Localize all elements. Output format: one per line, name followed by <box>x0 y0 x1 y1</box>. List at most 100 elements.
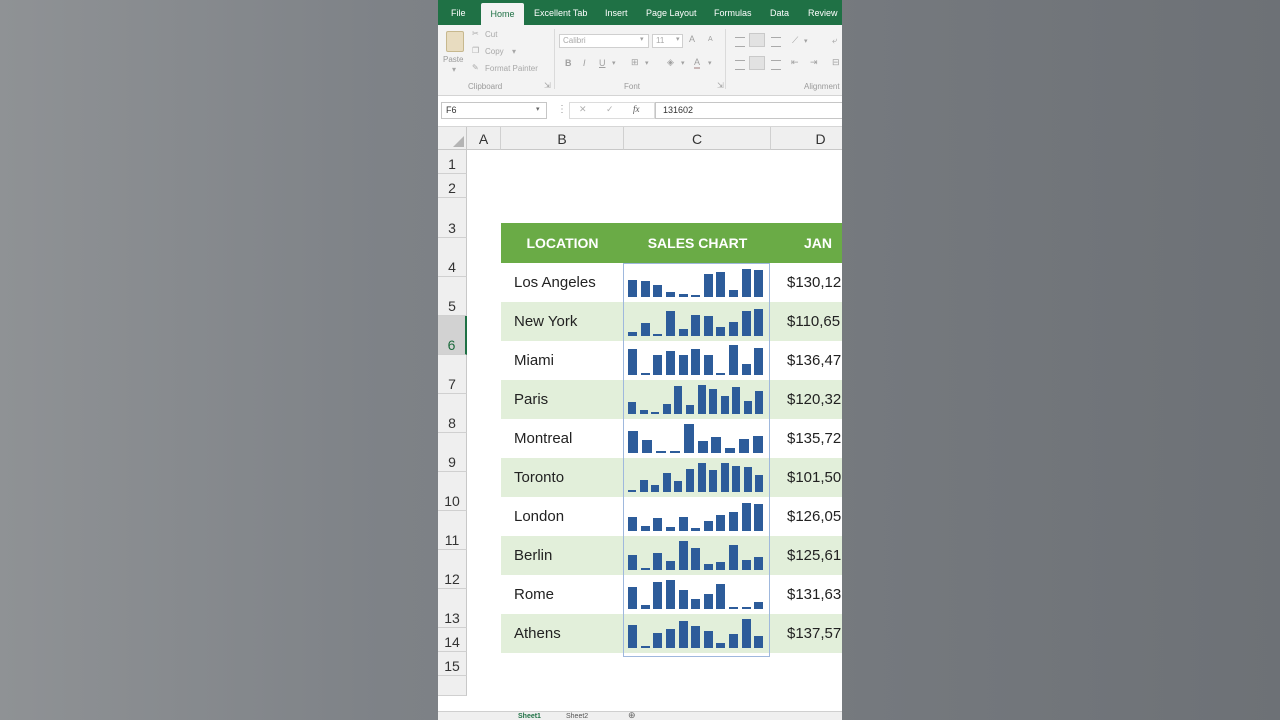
sparkline-cell[interactable] <box>624 380 771 419</box>
font-name-box[interactable]: Calibri <box>559 34 649 48</box>
align-top-icon[interactable] <box>735 37 745 47</box>
align-right-icon[interactable] <box>771 60 781 70</box>
sheet-tab-1[interactable]: Sheet1 <box>518 712 541 720</box>
increase-indent-icon[interactable]: ⇥ <box>810 57 818 68</box>
orientation-icon[interactable]: ⟋ <box>792 35 798 46</box>
align-bottom-icon[interactable] <box>771 37 781 47</box>
paste-button[interactable]: Paste ▾ <box>442 29 468 74</box>
row-header[interactable]: 13 <box>438 589 467 628</box>
sheet-tab-2[interactable]: Sheet2 <box>566 712 588 720</box>
location-cell[interactable]: Los Angeles <box>514 263 622 302</box>
fill-color-dropdown-icon[interactable]: ▾ <box>681 59 685 67</box>
tab-page-layout[interactable]: Page Layout <box>646 0 697 25</box>
row-header[interactable]: 9 <box>438 433 467 472</box>
align-middle-button[interactable] <box>749 33 765 47</box>
sparkline-cell[interactable] <box>624 341 771 380</box>
jan-sales-cell[interactable]: $120,32 <box>787 380 842 419</box>
tab-formulas[interactable]: Formulas <box>714 0 752 25</box>
row-header[interactable]: 2 <box>438 174 467 198</box>
jan-sales-cell[interactable]: $110,65 <box>787 302 842 341</box>
wrap-text-icon[interactable]: ⤶ <box>832 35 837 46</box>
row-header[interactable]: 10 <box>438 472 467 511</box>
bold-button[interactable]: B <box>565 58 572 68</box>
jan-sales-cell[interactable]: $136,47 <box>787 341 842 380</box>
sales-chart-header[interactable]: SALES CHART <box>624 223 771 263</box>
tab-insert[interactable]: Insert <box>605 0 628 25</box>
column-header-d[interactable]: D <box>771 127 842 150</box>
row-header[interactable]: 4 <box>438 238 467 277</box>
location-cell[interactable]: London <box>514 497 622 536</box>
row-header[interactable]: 8 <box>438 394 467 433</box>
clipboard-launcher-icon[interactable]: ⇲ <box>544 81 551 90</box>
row-header[interactable]: 6 <box>438 316 467 355</box>
sparkline-cell[interactable] <box>624 497 771 536</box>
row-header[interactable]: 12 <box>438 550 467 589</box>
row-header[interactable]: 5 <box>438 277 467 316</box>
align-left-icon[interactable] <box>735 60 745 70</box>
sparkline-cell[interactable] <box>624 536 771 575</box>
add-sheet-icon[interactable]: ⊕ <box>628 710 636 720</box>
row-header[interactable]: 3 <box>438 198 467 238</box>
location-cell[interactable]: New York <box>514 302 622 341</box>
location-cell[interactable]: Rome <box>514 575 622 614</box>
sparkline-cell[interactable] <box>624 263 771 302</box>
row-header[interactable]: 1 <box>438 150 467 174</box>
borders-icon[interactable]: ⊞ <box>631 57 639 68</box>
merge-center-icon[interactable]: ⊟ <box>832 57 840 68</box>
row-header[interactable]: 7 <box>438 355 467 394</box>
borders-dropdown-icon[interactable]: ▾ <box>645 59 649 67</box>
row-header[interactable]: 11 <box>438 511 467 550</box>
orientation-dropdown-icon[interactable]: ▾ <box>804 37 808 45</box>
location-header[interactable]: LOCATION <box>501 223 624 263</box>
jan-sales-cell[interactable]: $126,05 <box>787 497 842 536</box>
enter-icon[interactable]: ✓ <box>606 104 614 115</box>
sparkline-cell[interactable] <box>624 458 771 497</box>
align-center-button[interactable] <box>749 56 765 70</box>
location-cell[interactable]: Berlin <box>514 536 622 575</box>
select-all-corner[interactable] <box>438 127 467 150</box>
name-box[interactable]: F6 <box>441 102 547 119</box>
tab-home[interactable]: Home <box>481 3 524 25</box>
italic-button[interactable]: I <box>583 58 586 68</box>
sparkline-cell[interactable] <box>624 575 771 614</box>
tab-excellent[interactable]: Excellent Tab <box>534 0 587 25</box>
font-color-dropdown-icon[interactable]: ▾ <box>708 59 712 67</box>
font-color-icon[interactable]: A <box>694 57 701 69</box>
jan-sales-cell[interactable]: $135,72 <box>787 419 842 458</box>
jan-sales-cell[interactable]: $130,12 <box>787 263 842 302</box>
sparkline-cell[interactable] <box>624 302 771 341</box>
jan-header[interactable]: JAN <box>771 223 842 263</box>
column-header-a[interactable]: A <box>467 127 501 150</box>
sparkline-cell[interactable] <box>624 614 771 653</box>
underline-button[interactable]: U <box>599 58 606 68</box>
decrease-indent-icon[interactable]: ⇤ <box>791 57 799 68</box>
location-cell[interactable]: Toronto <box>514 458 622 497</box>
location-cell[interactable]: Miami <box>514 341 622 380</box>
location-cell[interactable]: Athens <box>514 614 622 653</box>
column-header-b[interactable]: B <box>501 127 624 150</box>
font-size-dropdown-icon[interactable]: ▾ <box>676 35 680 43</box>
tab-review[interactable]: Review <box>808 0 838 25</box>
column-header-c[interactable]: C <box>624 127 771 150</box>
sparkline-cell[interactable] <box>624 419 771 458</box>
tab-data[interactable]: Data <box>770 0 789 25</box>
jan-sales-cell[interactable]: $137,57 <box>787 614 842 653</box>
row-header-partial[interactable] <box>438 676 467 696</box>
name-box-dropdown-icon[interactable]: ▾ <box>536 105 540 113</box>
font-launcher-icon[interactable]: ⇲ <box>717 81 724 90</box>
fill-color-icon[interactable]: ◈ <box>667 57 674 68</box>
font-name-dropdown-icon[interactable]: ▾ <box>640 35 644 43</box>
grow-font-icon[interactable]: A <box>689 34 695 44</box>
location-cell[interactable]: Montreal <box>514 419 622 458</box>
shrink-font-icon[interactable]: A <box>708 36 713 43</box>
jan-sales-cell[interactable]: $101,50 <box>787 458 842 497</box>
insert-function-icon[interactable]: fx <box>633 104 640 114</box>
formula-input[interactable]: 131602 <box>655 102 842 119</box>
row-header[interactable]: 14 <box>438 628 467 652</box>
cancel-icon[interactable]: ✕ <box>579 104 587 115</box>
row-header[interactable]: 15 <box>438 652 467 676</box>
tab-file[interactable]: File <box>451 0 466 25</box>
jan-sales-cell[interactable]: $125,61 <box>787 536 842 575</box>
jan-sales-cell[interactable]: $131,63 <box>787 575 842 614</box>
underline-dropdown-icon[interactable]: ▾ <box>612 59 616 67</box>
